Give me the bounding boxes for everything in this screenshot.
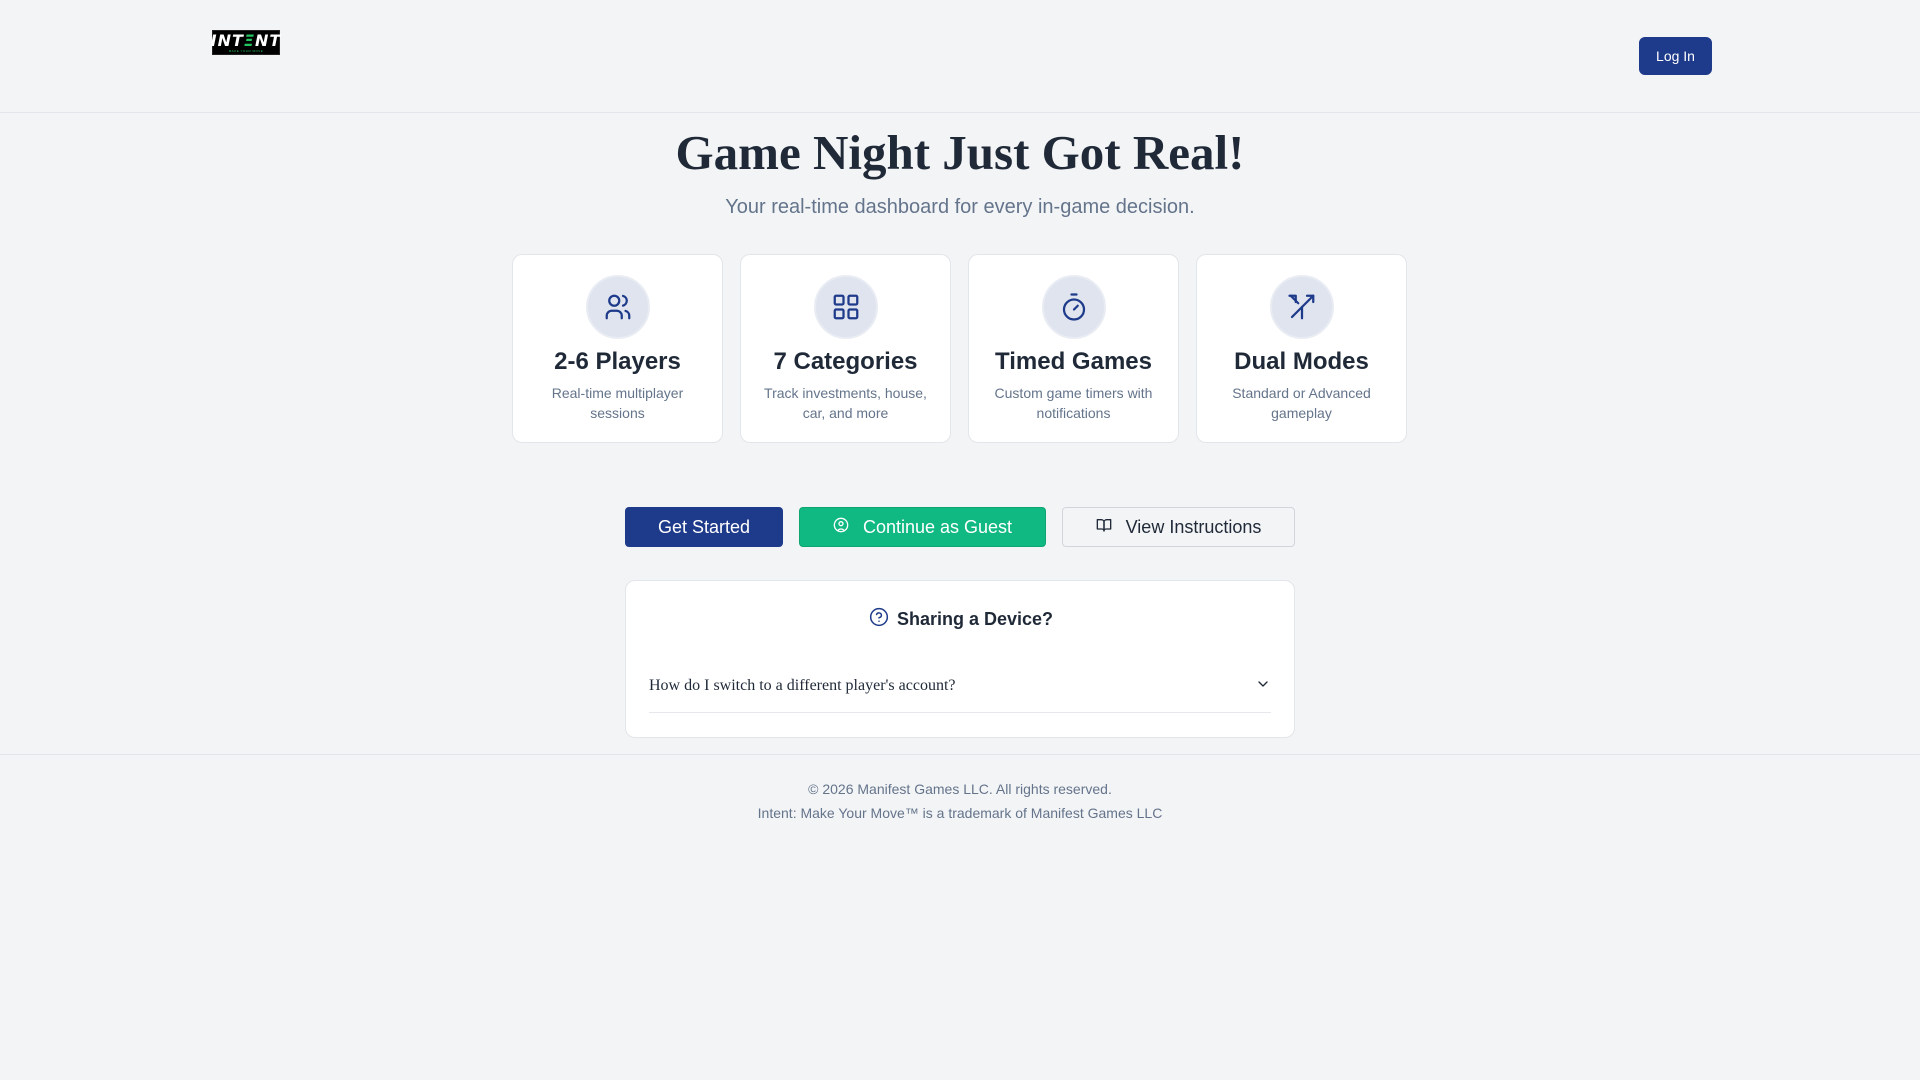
feature-card-timed: Timed Games Custom game timers with noti…: [968, 254, 1179, 443]
feature-cards: 2-6 Players Real-time multiplayer sessio…: [512, 254, 1408, 443]
footer-divider: [0, 754, 1920, 755]
feature-description: Real-time multiplayer sessions: [551, 385, 684, 421]
user-circle-icon: [833, 517, 849, 538]
split-arrows-icon: [1269, 275, 1334, 339]
logo-wordmark: INTΞNT: [210, 30, 282, 50]
chevron-down-icon: [1255, 676, 1271, 697]
feature-description: Track investments, house, car, and more: [764, 385, 927, 421]
feature-title: Timed Games: [995, 348, 1152, 375]
faq-accordion-item[interactable]: How do I switch to a different player's …: [649, 660, 1271, 713]
logo-tagline: MAKE YOUR MOVE: [228, 48, 264, 53]
feature-description: Custom game timers with notifications: [994, 385, 1153, 421]
help-circle-icon: [869, 607, 889, 632]
faq-question: How do I switch to a different player's …: [649, 677, 956, 694]
instructions-label: View Instructions: [1125, 516, 1262, 537]
hero-title: Game Night Just Got Real!: [675, 125, 1245, 180]
footer-trademark: Intent: Make Your Move™ is a trademark o…: [757, 805, 1163, 821]
guest-label: Continue as Guest: [862, 516, 1013, 537]
timer-icon: [1041, 275, 1106, 339]
sharing-device-panel: Sharing a Device?: [625, 580, 1295, 738]
feature-description: Standard or Advanced gameplay: [1232, 385, 1371, 421]
feature-card-modes: Dual Modes Standard or Advanced gameplay: [1196, 254, 1407, 443]
view-instructions-button[interactable]: View Instructions: [1062, 507, 1295, 547]
feature-title: Dual Modes: [1234, 348, 1369, 375]
feature-title: 7 Categories: [773, 348, 918, 375]
faq-heading-text: Sharing a Device?: [896, 608, 1054, 629]
faq-heading: Sharing a Device?: [626, 607, 1296, 631]
footer-copyright: © 2026 Manifest Games LLC. All rights re…: [808, 781, 1112, 797]
intent-logo[interactable]: INTΞNT MAKE YOUR MOVE: [210, 30, 282, 55]
continue-as-guest-button[interactable]: Continue as Guest: [799, 507, 1046, 547]
book-open-icon: [1096, 517, 1112, 538]
get-started-button[interactable]: Get Started: [625, 507, 783, 547]
log-in-button[interactable]: Log In: [1639, 37, 1712, 75]
feature-title: 2-6 Players: [554, 348, 681, 375]
hero-subtitle: Your real-time dashboard for every in-ga…: [725, 196, 1195, 218]
feature-card-players: 2-6 Players Real-time multiplayer sessio…: [512, 254, 723, 443]
get-started-label: Get Started: [657, 516, 751, 537]
users-icon: [585, 275, 650, 339]
feature-card-categories: 7 Categories Track investments, house, c…: [740, 254, 951, 443]
site-header: INTΞNT MAKE YOUR MOVE Log In: [0, 0, 1920, 113]
grid-icon: [813, 275, 878, 339]
